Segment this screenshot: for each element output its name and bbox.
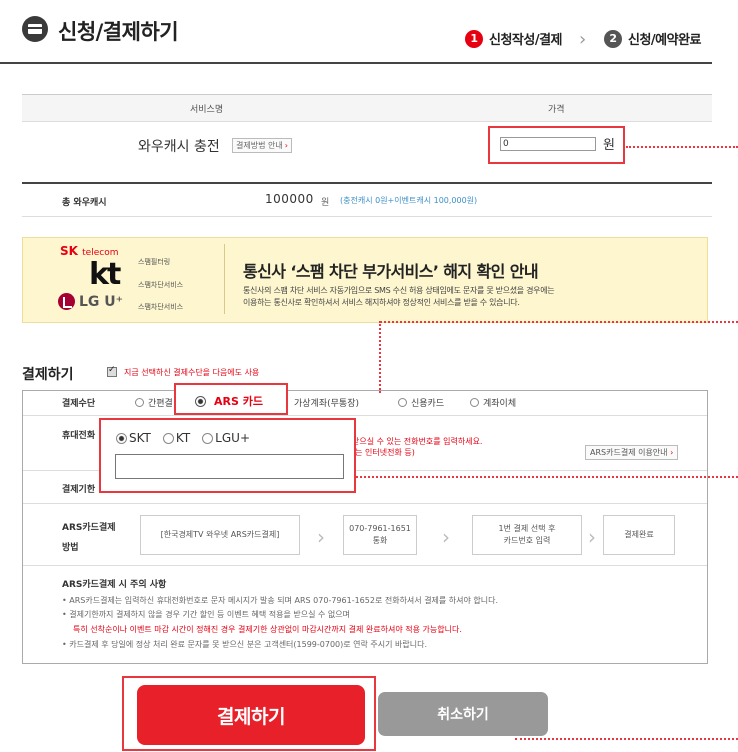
radio-icon[interactable]: [202, 432, 214, 444]
note-item: • 결제기한까지 결제하지 않을 경우 기간 할인 등 이벤트 혜택 적용을 받…: [62, 610, 351, 619]
radio-icon[interactable]: [162, 432, 174, 444]
payment-guide-button[interactable]: 결제방법 안내: [232, 138, 292, 153]
banner-divider: [224, 244, 225, 314]
flow-arrow-icon: ›: [442, 525, 450, 549]
flow-arrow-icon: ›: [317, 525, 325, 549]
method-option-ars-card[interactable]: ARS 카드: [195, 393, 263, 409]
phone-note: 받으실 수 있는 전화번호를 입력하세요. (는 인터넷전화 등): [352, 437, 483, 457]
method-option-bank-transfer[interactable]: 계좌이체: [470, 396, 516, 409]
price-unit: 원: [603, 138, 615, 153]
deadline-label: 결제기한: [62, 485, 96, 495]
flow-step-1: [한국경제TV 와우넷 ARS카드결제]: [140, 515, 300, 555]
page-title: 신청/결제하기: [58, 20, 179, 44]
service-table-header: [22, 94, 712, 122]
remember-method-label: 지금 선택하신 결제수단을 다음에도 사용: [124, 368, 260, 377]
carrier-option-skt[interactable]: SKT: [116, 431, 151, 445]
step-indicator-2: 2 신청/예약완료: [604, 29, 702, 48]
flow-step-3: 1번 결제 선택 후 카드번호 입력: [472, 515, 582, 555]
method-option-virtual-account[interactable]: 가상계좌(무통장): [294, 396, 359, 409]
step-1-label: 신청작성/결제: [489, 33, 563, 48]
total-divider: [22, 216, 712, 217]
payment-section-title: 결제하기: [22, 367, 74, 383]
col-header-service: 서비스명: [190, 105, 224, 115]
callout-line: [356, 476, 738, 478]
price-input[interactable]: [500, 137, 596, 151]
radio-selected-icon[interactable]: [116, 432, 127, 444]
phone-label: 휴대전화: [62, 431, 96, 441]
callout-line: [626, 146, 738, 148]
carrier-option-lgu[interactable]: LGU+: [202, 431, 250, 445]
table-divider: [22, 182, 712, 184]
phone-number-input[interactable]: [115, 454, 344, 479]
header-divider: [0, 62, 712, 64]
notes-title: ARS카드결제 시 주의 사항: [62, 580, 167, 590]
flow-arrow-icon: ›: [588, 525, 596, 549]
note-item-warning: 특히 선착순이나 이벤트 마감 시간이 정해진 경우 결제기한 상관없이 마감시…: [73, 625, 462, 634]
flow-step-2: 070-7961-1651 통화: [343, 515, 417, 555]
radio-selected-icon[interactable]: [195, 395, 206, 407]
method-label: 결제수단: [62, 399, 96, 409]
lg-service-label: 스팸차단서비스: [138, 303, 184, 311]
cancel-button[interactable]: 취소하기: [378, 692, 548, 736]
sk-telecom-logo: SK telecom: [60, 244, 119, 258]
lg-logo-icon: [58, 293, 75, 310]
kt-logo: kt: [89, 257, 121, 292]
payment-card-icon: [22, 16, 48, 42]
total-value: 100000: [265, 192, 314, 206]
radio-icon[interactable]: [135, 398, 144, 407]
step-1-badge: 1: [465, 29, 483, 48]
step-2-badge: 2: [604, 29, 622, 48]
notice-text: 통신사의 스팸 차단 서비스 자동가입으로 SMS 수신 허용 상태임에도 문자…: [243, 286, 555, 307]
lg-uplus-logo: LG U⁺: [58, 293, 123, 310]
sk-service-label: 스팸필터링: [138, 258, 171, 266]
method-option-credit-card[interactable]: 신용카드: [398, 396, 444, 409]
ars-method-label: ARS카드결제 방법: [62, 523, 116, 553]
notice-title: 통신사 ‘스팸 차단 부가서비스’ 해지 확인 안내: [243, 262, 539, 281]
col-header-price: 가격: [548, 105, 565, 115]
total-detail: (충전캐시 0원+이벤트캐시 100,000원): [340, 196, 478, 205]
callout-line: [379, 321, 381, 393]
chevron-right-icon: ›: [579, 29, 587, 50]
radio-icon[interactable]: [398, 398, 407, 407]
pay-button[interactable]: 결제하기: [137, 685, 365, 745]
total-unit: 원: [321, 198, 330, 208]
row-divider: [23, 503, 707, 504]
note-item: • 카드결제 후 당일에 정상 처리 완료 문자를 못 받으신 분은 고객센터(…: [62, 640, 428, 649]
callout-line: [380, 321, 738, 323]
step-indicator-1: 1 신청작성/결제: [465, 29, 563, 48]
radio-icon[interactable]: [470, 398, 479, 407]
note-item: • ARS카드결제는 입력하신 휴대전화번호로 문자 메시지가 발송 되며 AR…: [62, 596, 499, 605]
ars-guide-button[interactable]: ARS카드결제 이용안내: [585, 445, 679, 460]
method-option-easy[interactable]: 간편결: [135, 396, 173, 409]
row-divider: [23, 415, 707, 416]
callout-line: [515, 738, 738, 740]
kt-service-label: 스팸차단서비스: [138, 281, 184, 289]
carrier-options: SKT KT LGU+: [116, 431, 250, 445]
remember-method-checkbox[interactable]: [107, 365, 117, 377]
row-divider: [23, 565, 707, 566]
service-name: 와우캐시 충전: [138, 139, 220, 155]
step-2-label: 신청/예약완료: [628, 33, 702, 48]
flow-step-4: 결제완료: [603, 515, 675, 555]
carrier-option-kt[interactable]: KT: [162, 431, 190, 445]
total-label: 총 와우캐시: [62, 198, 107, 208]
